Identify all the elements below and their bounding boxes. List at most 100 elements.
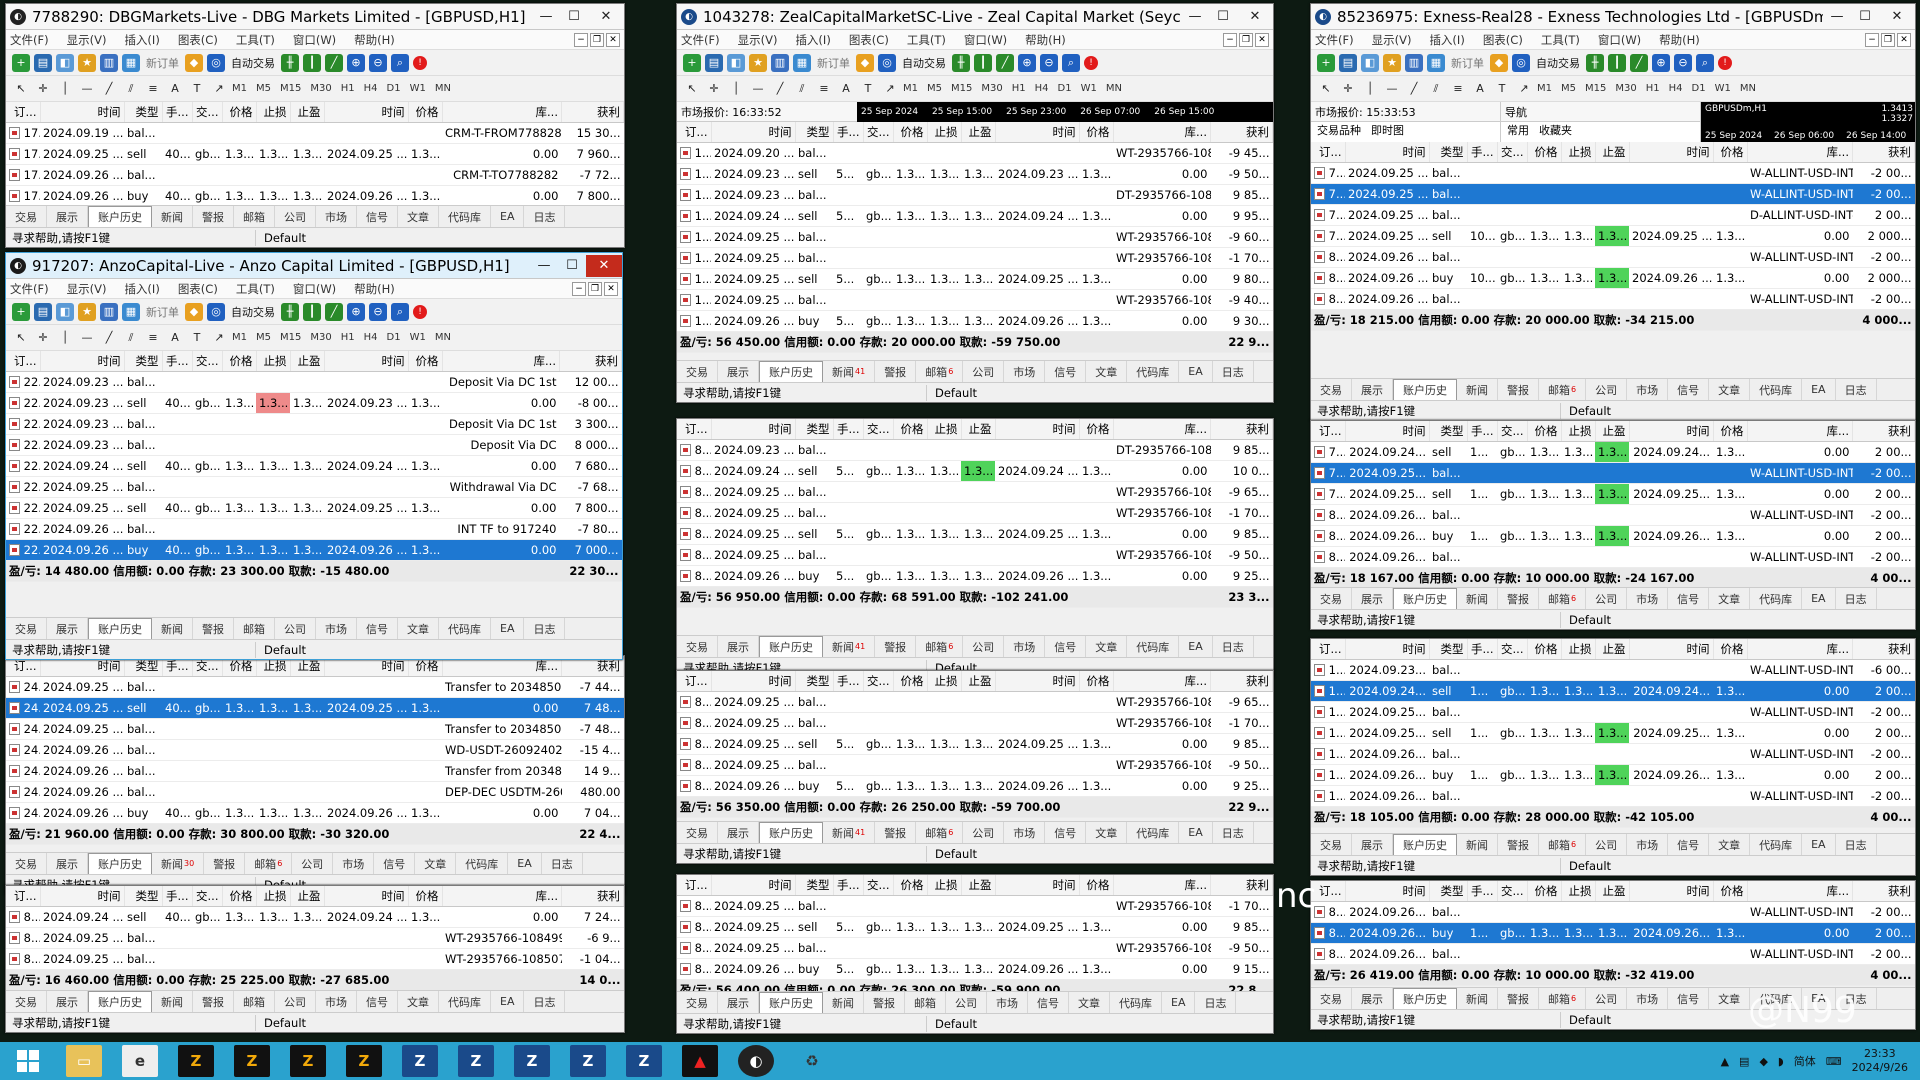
period-button[interactable]: H4: [364, 332, 378, 343]
table-row[interactable]: 24...2024.09.25 ...sell40...gb...1.3...1…: [6, 697, 624, 719]
terminal-tab[interactable]: 账户历史: [88, 206, 152, 227]
table-row[interactable]: 7...2024.09.25 ...bal...D-ALLINT-USD-INT…: [1311, 204, 1915, 226]
maximize-button[interactable]: ☐: [560, 6, 588, 28]
column-header[interactable]: 止盈: [961, 122, 996, 143]
column-header[interactable]: 止损: [256, 351, 291, 372]
table-row[interactable]: 1...2024.09.25...sell1...gb...1.3...1.3.…: [1311, 722, 1915, 744]
auto-trading-button[interactable]: 自动交易: [231, 304, 275, 320]
alert-icon[interactable]: !: [413, 304, 427, 319]
terminal-tab[interactable]: 警报: [204, 853, 246, 874]
terminal-tab[interactable]: 账户历史: [1393, 588, 1457, 609]
taskbar-recycle[interactable]: ♻: [784, 1042, 840, 1080]
column-header[interactable]: 时间: [711, 419, 796, 440]
column-header[interactable]: 订...: [677, 671, 712, 692]
close-button[interactable]: ✕: [588, 6, 624, 28]
table-row[interactable]: 24...2024.09.26 ...bal...Transfer from 2…: [6, 760, 624, 782]
table-row[interactable]: 8...2024.09.25 ...bal...WT-2935766-10849…: [6, 927, 624, 949]
menu-item[interactable]: 插入(I): [795, 32, 830, 48]
mdi-restore-icon[interactable]: ❐: [1239, 32, 1253, 47]
terminal-tab[interactable]: 日志: [524, 618, 566, 639]
menu-item[interactable]: 图表(C): [1483, 32, 1523, 48]
column-header[interactable]: 价格: [1527, 639, 1562, 660]
terminal-tab[interactable]: 市场: [1627, 988, 1669, 1009]
terminal-tab[interactable]: EA: [1179, 636, 1213, 657]
mt4-window-z1[interactable]: ◐ 1043278: ZealCapitalMarketSC-Live - Zea…: [676, 3, 1274, 403]
column-header[interactable]: 时间: [711, 875, 796, 896]
mdi-restore-icon[interactable]: ❐: [588, 281, 602, 296]
tray-input-icon[interactable]: ⌨: [1826, 1055, 1842, 1068]
table-row[interactable]: 8...2024.09.26...bal...W-ALLINT-USD-INT-…: [1311, 901, 1915, 923]
column-header[interactable]: 价格: [1527, 881, 1562, 902]
column-header[interactable]: 时间: [1629, 881, 1714, 902]
zoom-in-icon[interactable]: ⊕: [1652, 53, 1670, 72]
terminal-tab[interactable]: 文章: [398, 991, 439, 1012]
table-row[interactable]: 7...2024.09.25 ...bal...W-ALLINT-USD-INT…: [1311, 162, 1915, 184]
terminal-tab[interactable]: 账户历史: [1393, 834, 1457, 855]
terminal-tab[interactable]: 展示: [1352, 988, 1393, 1009]
alert-icon[interactable]: !: [413, 55, 427, 70]
close-button[interactable]: ✕: [1237, 6, 1273, 28]
table-row[interactable]: 8...2024.09.26 ...buy5...gb...1.3...1.3.…: [677, 565, 1273, 587]
terminal-tab[interactable]: 交易: [677, 992, 718, 1013]
start-button[interactable]: [0, 1042, 56, 1080]
column-header[interactable]: 价格: [1079, 875, 1114, 896]
column-header[interactable]: 价格: [222, 886, 257, 907]
experts-icon[interactable]: ◎: [207, 53, 225, 72]
column-header[interactable]: 手...: [1467, 881, 1498, 902]
column-header[interactable]: 类型: [1429, 639, 1468, 660]
table-row[interactable]: 8...2024.09.26...bal...W-ALLINT-USD-INT-…: [1311, 504, 1915, 526]
table-row[interactable]: 17...2024.09.26 ...buy40...gb...1.3...1.…: [6, 185, 624, 207]
mini-chart[interactable]: GBPUSDm,H1 1.3413 1.3327 25 Sep 2024 26 Sep …: [1701, 102, 1915, 142]
period-button[interactable]: M15: [1585, 83, 1606, 94]
hline-icon[interactable]: —: [749, 80, 767, 98]
hline-icon[interactable]: —: [78, 329, 96, 347]
search-icon[interactable]: ⌕: [391, 302, 409, 321]
window-titlebar[interactable]: ◐ 1043278: ZealCapitalMarketSC-Live - Zea…: [677, 4, 1273, 30]
table-row[interactable]: 1...2024.09.26...bal...W-ALLINT-USD-INT-…: [1311, 743, 1915, 765]
terminal-tab[interactable]: 展示: [1352, 834, 1393, 855]
table-row[interactable]: 1...2024.09.23 ...sell5...gb...1.3...1.3…: [677, 163, 1273, 185]
taskbar-zeal-3[interactable]: Z: [504, 1042, 560, 1080]
period-button[interactable]: M30: [310, 83, 331, 94]
column-header[interactable]: 交...: [863, 419, 894, 440]
close-button[interactable]: ✕: [1879, 6, 1915, 28]
table-row[interactable]: 1...2024.09.25 ...sell5...gb...1.3...1.3…: [677, 268, 1273, 290]
terminal-tab[interactable]: 公司: [275, 991, 316, 1012]
menu-item[interactable]: 插入(I): [124, 281, 159, 297]
table-row[interactable]: 8...2024.09.25 ...bal...WT-2935766-10859…: [677, 937, 1273, 959]
terminal-tab[interactable]: 警报: [193, 618, 234, 639]
terminal-tab[interactable]: 展示: [718, 822, 759, 843]
column-header[interactable]: 手...: [1467, 421, 1498, 442]
channel-icon[interactable]: ⫽: [793, 80, 811, 98]
terminal-tab[interactable]: 文章: [1069, 992, 1110, 1013]
menu-item[interactable]: 帮助(H): [354, 281, 395, 297]
market-watch-tab[interactable]: 即时图: [1371, 122, 1404, 138]
zoom-out-icon[interactable]: ⊖: [1040, 53, 1058, 72]
column-header[interactable]: 库...: [1113, 875, 1211, 896]
table-row[interactable]: 8...2024.09.24 ...sell40...gb...1.3...1.…: [6, 906, 624, 928]
terminal-tab[interactable]: 公司: [963, 636, 1005, 657]
terminal-tab[interactable]: 警报: [1498, 834, 1539, 855]
terminal-tab[interactable]: 公司: [1586, 834, 1628, 855]
period-button[interactable]: H1: [341, 83, 355, 94]
mt4-window-w2[interactable]: ◐ 917207: AnzoCapital-Live - Anzo Capital…: [5, 252, 623, 660]
terminal-tab[interactable]: 账户历史: [759, 992, 823, 1013]
table-row[interactable]: 22...2024.09.26 ...bal...INT TF to 91724…: [6, 518, 622, 540]
minimize-button[interactable]: —: [530, 255, 558, 277]
experts-icon[interactable]: ◎: [1512, 53, 1530, 72]
column-header[interactable]: 时间: [1345, 639, 1430, 660]
column-header[interactable]: 手...: [833, 875, 864, 896]
column-header[interactable]: 时间: [1629, 421, 1714, 442]
period-button[interactable]: M1: [232, 83, 247, 94]
mt4-window-e1[interactable]: ◐ 85236975: Exness-Real28 - Exness Techno…: [1310, 3, 1916, 421]
column-header[interactable]: 获利: [559, 351, 622, 372]
column-header[interactable]: 订...: [677, 875, 712, 896]
taskbar-dbg[interactable]: ◐: [728, 1042, 784, 1080]
terminal-tab[interactable]: 信号: [357, 991, 398, 1012]
period-button[interactable]: M30: [981, 83, 1002, 94]
menu-item[interactable]: 图表(C): [849, 32, 889, 48]
table-row[interactable]: 7...2024.09.24...sell1...gb...1.3...1.3.…: [1311, 441, 1915, 463]
new-chart-icon[interactable]: +: [12, 302, 30, 321]
column-header[interactable]: 止损: [927, 122, 962, 143]
period-button[interactable]: M1: [903, 83, 918, 94]
